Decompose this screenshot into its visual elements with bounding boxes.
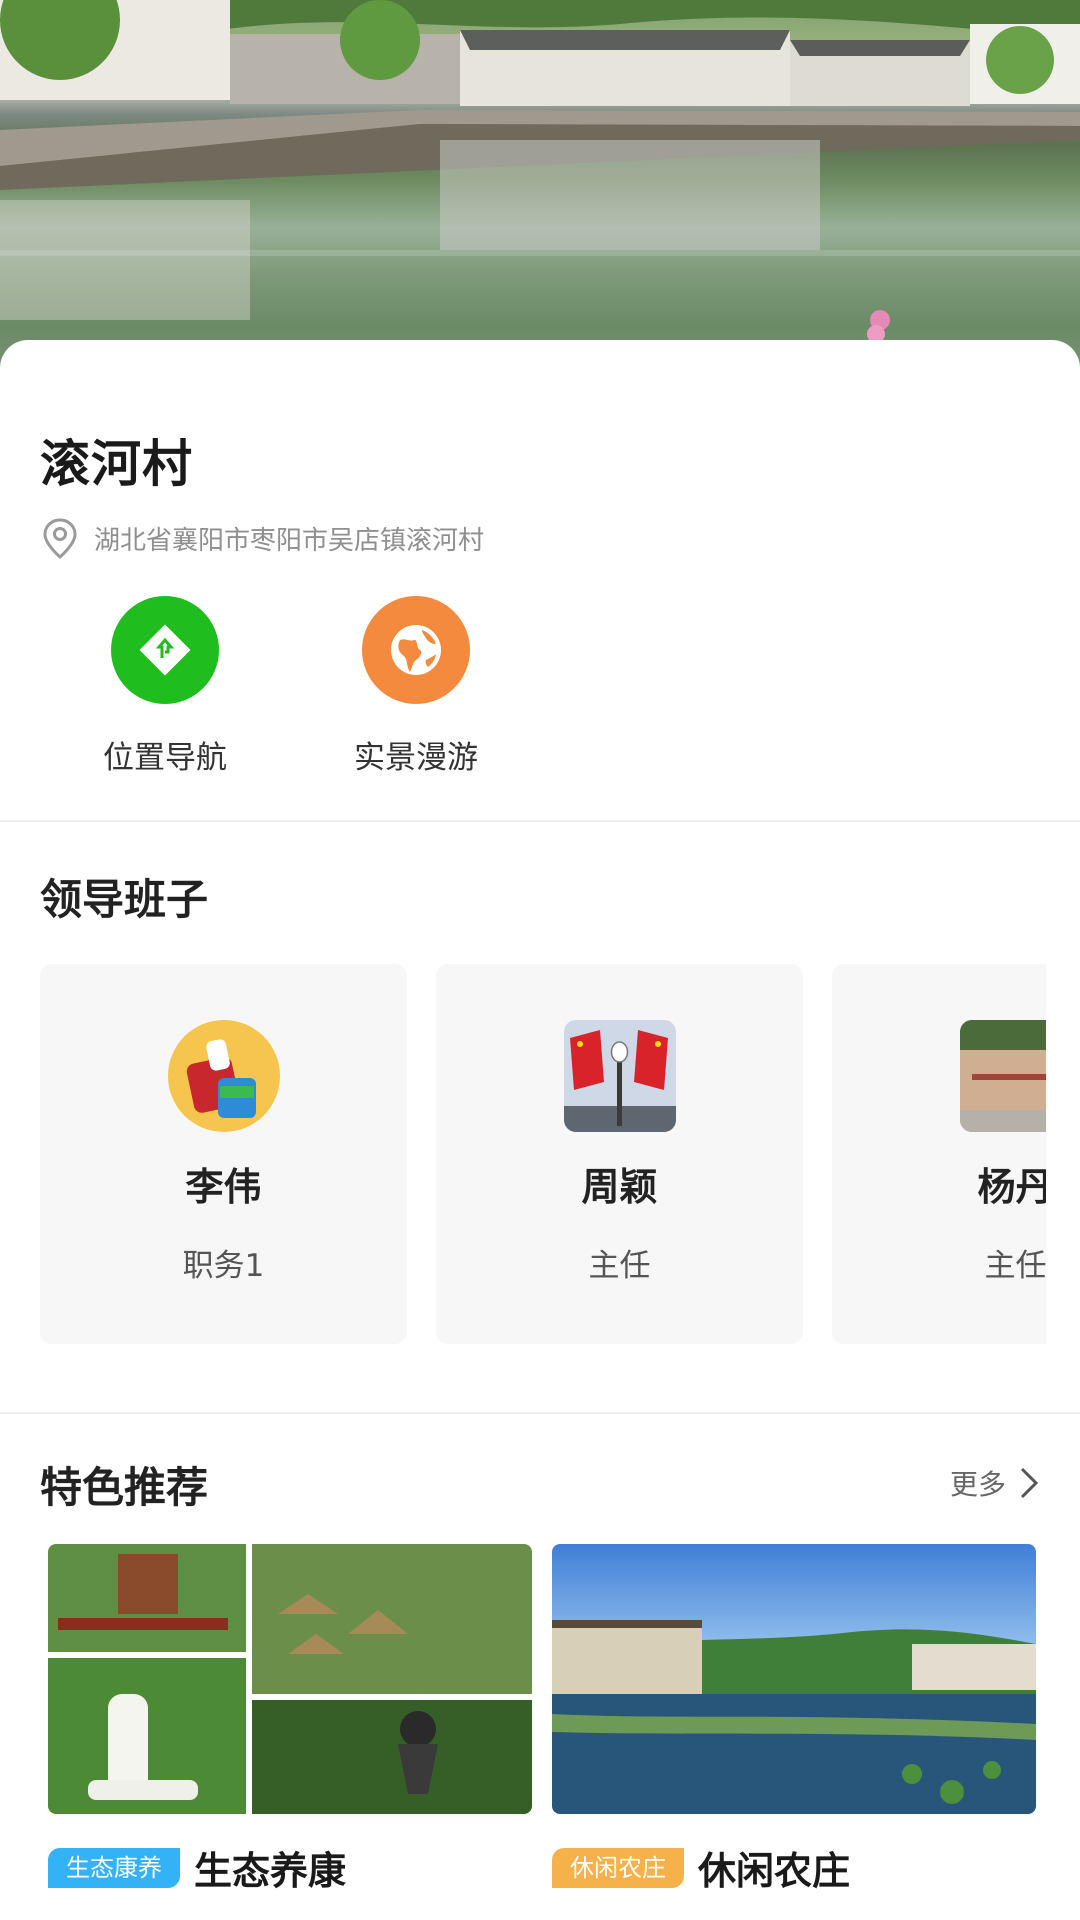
leader-card[interactable]: 李伟 职务1: [40, 964, 407, 1344]
avatar: [960, 1020, 1046, 1132]
avatar: [168, 1020, 280, 1132]
navigation-circle: [111, 596, 219, 704]
feature-image-eco-health[interactable]: [48, 1544, 532, 1814]
location-pin-icon: [43, 518, 77, 559]
feature-title: 生态养康: [194, 1849, 347, 1893]
content-sheet: 滚河村 湖北省襄阳市枣阳市吴店镇滚河村 位置导航 实景漫游 领导班子 李伟 职务…: [0, 340, 1080, 1920]
address-text: 湖北省襄阳市枣阳市吴店镇滚河村: [94, 525, 485, 556]
feature-title: 休闲农庄: [698, 1849, 851, 1893]
feature-caption: 生态康养 生态养康: [48, 1840, 346, 1895]
address-row: 湖北省襄阳市枣阳市吴店镇滚河村: [40, 516, 484, 560]
globe-circle: [362, 596, 470, 704]
chevron-right-icon: [1020, 1467, 1039, 1499]
leader-card[interactable]: 杨丹 主任: [832, 964, 1046, 1344]
globe-icon: [391, 625, 441, 675]
category-tag: 生态康养: [48, 1847, 180, 1888]
leader-card[interactable]: 周颖 主任: [436, 964, 803, 1344]
section-divider: [0, 820, 1080, 822]
leader-role: 主任: [984, 1248, 1047, 1284]
category-tag: 休闲农庄: [552, 1847, 684, 1888]
section-divider: [0, 1412, 1080, 1414]
feature-caption: 休闲农庄 休闲农庄: [552, 1840, 850, 1895]
virtual-tour-button[interactable]: 实景漫游: [316, 596, 516, 777]
feature-image-leisure-farm[interactable]: [552, 1544, 1036, 1814]
leader-role: 主任: [588, 1248, 651, 1284]
hero-banner-image: [0, 0, 1080, 380]
leader-name: 杨丹: [977, 1165, 1046, 1209]
featured-section-title: 特色推荐: [40, 1463, 209, 1512]
more-link[interactable]: 更多: [950, 1463, 1042, 1503]
location-navigation-button[interactable]: 位置导航: [65, 596, 265, 777]
navigation-arrow-icon: [139, 624, 191, 676]
village-title: 滚河村: [40, 435, 193, 493]
quick-action-label: 实景漫游: [354, 740, 478, 776]
avatar: [564, 1020, 676, 1132]
leader-name: 李伟: [185, 1165, 262, 1209]
leader-role: 职务1: [182, 1248, 265, 1284]
leadership-carousel[interactable]: 李伟 职务1 周颖 主任 杨丹 主任: [40, 964, 1046, 1346]
leadership-section-title: 领导班子: [40, 875, 209, 924]
quick-action-label: 位置导航: [103, 740, 227, 776]
leader-name: 周颖: [581, 1165, 658, 1209]
more-label: 更多: [949, 1468, 1006, 1501]
